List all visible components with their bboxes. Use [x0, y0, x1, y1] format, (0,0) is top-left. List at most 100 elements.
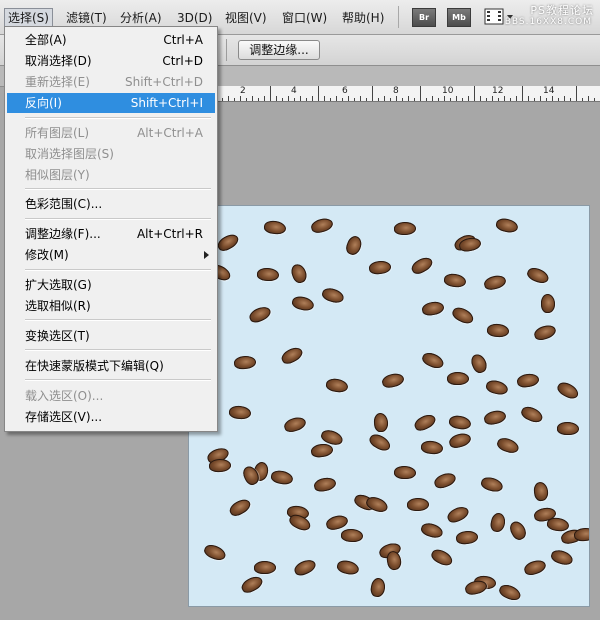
ruler-tick — [462, 98, 463, 101]
menu-separator — [25, 269, 211, 271]
menu-view[interactable]: 视图(V) — [221, 9, 271, 27]
ruler-tick — [576, 86, 577, 101]
menu-item-select-all[interactable]: 全部(A) Ctrl+A — [7, 30, 215, 50]
ruler-tick — [324, 96, 325, 101]
menu-item-label: 色彩范围(C)... — [25, 197, 103, 211]
seed-shape — [312, 475, 338, 494]
ruler-tick — [360, 96, 361, 101]
seed-shape — [479, 475, 505, 494]
menu-item-label: 选取相似(R) — [25, 299, 91, 313]
seed-shape — [448, 414, 472, 431]
seed-shape — [369, 577, 387, 598]
refine-edge-button[interactable]: 调整边缘... — [238, 40, 320, 60]
seed-shape — [227, 496, 253, 519]
ruler-tick — [282, 98, 283, 101]
menu-item-shortcut: Shift+Ctrl+I — [130, 96, 203, 110]
ruler-tick — [528, 96, 529, 101]
seed-shape — [486, 323, 510, 338]
seed-shape — [447, 372, 469, 385]
menu-item-deselect-layers: 取消选择图层(S) — [7, 144, 215, 164]
ruler-label: 12 — [492, 86, 504, 96]
seed-shape — [279, 344, 305, 367]
seed-shape — [421, 300, 445, 317]
menu-item-inverse[interactable]: 反向(I) Shift+Ctrl+I — [7, 93, 215, 113]
ruler-tick — [444, 96, 445, 101]
ruler-label: 6 — [342, 86, 348, 96]
menu-item-grow[interactable]: 扩大选取(G) — [7, 275, 215, 295]
ruler-label: 8 — [393, 86, 399, 96]
seed-shape — [289, 262, 309, 285]
ruler-tick — [504, 96, 505, 101]
seed-shape — [247, 304, 273, 325]
menubar-divider — [398, 6, 399, 28]
menu-item-label: 存储选区(V)... — [25, 410, 103, 424]
ruler-tick — [342, 98, 343, 101]
ruler-tick — [450, 98, 451, 101]
ruler-tick — [426, 98, 427, 101]
seed-shape — [525, 265, 551, 286]
menu-item-reselect: 重新选择(E) Shift+Ctrl+D — [7, 72, 215, 92]
menu-select[interactable]: 选择(S) — [4, 8, 53, 28]
menu-help[interactable]: 帮助(H) — [338, 9, 388, 27]
document-canvas[interactable] — [188, 205, 590, 607]
ruler-tick — [300, 96, 301, 101]
menu-3d[interactable]: 3D(D) — [173, 9, 216, 27]
menu-item-label: 在快速蒙版模式下编辑(Q) — [25, 359, 164, 373]
menu-item-similar[interactable]: 选取相似(R) — [7, 296, 215, 316]
ruler-tick — [558, 98, 559, 101]
seed-shape — [495, 435, 521, 456]
seed-shape — [340, 528, 364, 543]
menu-item-deselect[interactable]: 取消选择(D) Ctrl+D — [7, 51, 215, 71]
seed-shape — [290, 294, 316, 313]
menu-item-label: 全部(A) — [25, 33, 67, 47]
ruler-tick — [264, 96, 265, 101]
menu-item-label: 反向(I) — [25, 96, 62, 110]
horizontal-ruler: 2 4 6 8 10 12 14 — [216, 86, 600, 102]
options-divider — [226, 39, 227, 61]
ruler-tick — [582, 98, 583, 101]
watermark-url: BBS.16XX8.COM — [504, 17, 592, 27]
menu-item-shortcut: Alt+Ctrl+R — [136, 227, 203, 241]
ruler-tick — [366, 98, 367, 101]
menu-window[interactable]: 窗口(W) — [278, 9, 331, 27]
ruler-tick — [438, 98, 439, 101]
menu-item-shortcut: Ctrl+D — [162, 54, 203, 68]
ruler-tick — [276, 96, 277, 101]
seed-shape — [269, 469, 295, 486]
menu-item-color-range[interactable]: 色彩范围(C)... — [7, 194, 215, 214]
menu-filter[interactable]: 滤镜(T) — [62, 9, 111, 27]
menu-separator — [25, 188, 211, 190]
menu-item-shortcut: Ctrl+A — [163, 33, 203, 47]
menu-item-modify[interactable]: 修改(M) — [7, 245, 215, 265]
menu-item-similar-layers: 相似图层(Y) — [7, 165, 215, 185]
menu-item-refine-edge[interactable]: 调整边缘(F)... Alt+Ctrl+R — [7, 224, 215, 244]
ruler-tick — [468, 96, 469, 101]
ruler-tick — [354, 98, 355, 101]
seed-shape — [239, 573, 265, 596]
menu-separator — [25, 117, 211, 119]
ruler-tick — [486, 98, 487, 101]
seed-shape — [484, 378, 510, 397]
seed-shape — [309, 216, 335, 235]
menu-separator — [25, 349, 211, 351]
mini-bridge-button[interactable]: Mb — [447, 8, 471, 27]
seed-shape — [450, 304, 476, 327]
menu-analysis[interactable]: 分析(A) — [116, 9, 166, 27]
menu-item-transform-selection[interactable]: 变换选区(T) — [7, 326, 215, 346]
ruler-tick — [510, 98, 511, 101]
ruler-tick — [432, 96, 433, 101]
menu-item-save-selection[interactable]: 存储选区(V)... — [7, 407, 215, 427]
menu-item-label: 修改(M) — [25, 248, 69, 262]
seed-shape — [516, 372, 540, 389]
menu-item-quick-mask[interactable]: 在快速蒙版模式下编辑(Q) — [7, 356, 215, 376]
seed-shape — [482, 408, 508, 427]
ruler-tick — [258, 98, 259, 101]
ruler-tick — [228, 96, 229, 101]
bridge-button[interactable]: Br — [412, 8, 436, 27]
ruler-tick — [546, 98, 547, 101]
menu-item-label: 变换选区(T) — [25, 329, 90, 343]
seed-shape — [310, 442, 334, 459]
ruler-label: 2 — [240, 86, 246, 96]
seed-shape — [420, 439, 444, 456]
submenu-arrow-icon — [204, 251, 209, 259]
